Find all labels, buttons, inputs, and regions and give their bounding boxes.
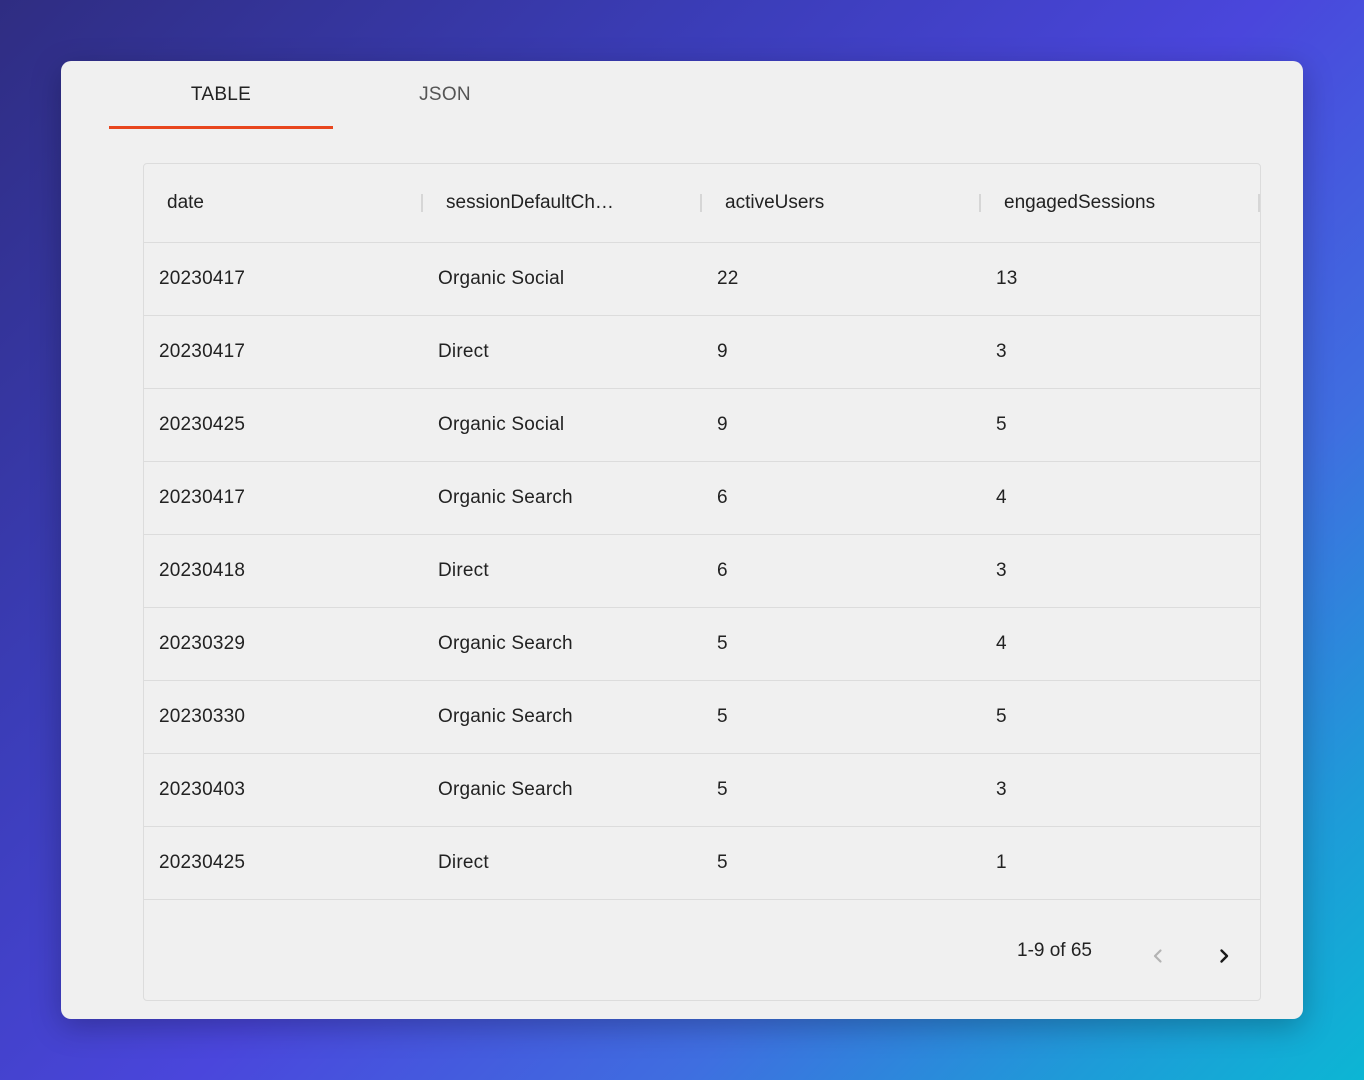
cell-date: 20230417 (159, 487, 246, 508)
cell-channel: Organic Search (438, 706, 573, 727)
cell-active-users: 9 (717, 414, 728, 435)
table-row[interactable]: 20230418 Direct 6 3 (144, 535, 1260, 608)
table-row[interactable]: 20230425 Direct 5 1 (144, 827, 1260, 900)
cell-date: 20230425 (159, 414, 246, 435)
table-row[interactable]: 20230417 Organic Social 22 13 (144, 243, 1260, 316)
cell-active-users: 5 (717, 852, 728, 873)
cell-engaged-sessions: 3 (996, 341, 1007, 362)
cell-date: 20230417 (159, 268, 246, 289)
cell-engaged-sessions: 3 (996, 779, 1007, 800)
cell-engaged-sessions: 5 (996, 414, 1007, 435)
column-header-label: sessionDefaultCh… (446, 192, 614, 213)
column-header-label: engagedSessions (1004, 192, 1156, 213)
cell-engaged-sessions: 4 (996, 633, 1007, 654)
cell-channel: Organic Search (438, 633, 573, 654)
next-page-button[interactable] (1204, 936, 1244, 976)
cell-active-users: 5 (717, 779, 728, 800)
cell-date: 20230329 (159, 633, 246, 654)
table-row[interactable]: 20230425 Organic Social 9 5 (144, 389, 1260, 462)
cell-engaged-sessions: 3 (996, 560, 1007, 581)
column-header-session-default-channel[interactable]: sessionDefaultCh… (423, 164, 702, 242)
cell-channel: Direct (438, 341, 489, 362)
tab-table[interactable]: TABLE (109, 61, 333, 129)
cell-engaged-sessions: 13 (996, 268, 1018, 289)
column-header-engaged-sessions[interactable]: engagedSessions (981, 164, 1260, 242)
cell-active-users: 6 (717, 560, 728, 581)
column-header-active-users[interactable]: activeUsers (702, 164, 981, 242)
cell-channel: Organic Social (438, 414, 565, 435)
pagination-label: 1-9 of 65 (1017, 940, 1092, 961)
chevron-left-icon (1153, 949, 1162, 963)
cell-date: 20230425 (159, 852, 246, 873)
cell-active-users: 5 (717, 633, 728, 654)
cell-active-users: 22 (717, 268, 739, 289)
tab-bar: TABLE JSON (109, 61, 557, 129)
cell-engaged-sessions: 5 (996, 706, 1007, 727)
cell-date: 20230330 (159, 706, 246, 727)
column-separator[interactable] (1258, 194, 1260, 212)
cell-engaged-sessions: 1 (996, 852, 1007, 873)
cell-active-users: 9 (717, 341, 728, 362)
table-row[interactable]: 20230417 Direct 9 3 (144, 316, 1260, 389)
previous-page-button[interactable] (1138, 936, 1178, 976)
table-row[interactable]: 20230330 Organic Search 5 5 (144, 681, 1260, 754)
cell-channel: Direct (438, 852, 489, 873)
column-header-date[interactable]: date (144, 164, 423, 242)
table-row[interactable]: 20230329 Organic Search 5 4 (144, 608, 1260, 681)
tab-json[interactable]: JSON (333, 61, 557, 129)
table-header: date sessionDefaultCh… activeUsers engag… (144, 164, 1260, 243)
cell-channel: Organic Search (438, 779, 573, 800)
table-footer: 1-9 of 65 (144, 896, 1260, 1000)
cell-channel: Direct (438, 560, 489, 581)
table-row[interactable]: 20230417 Organic Search 6 4 (144, 462, 1260, 535)
table-row[interactable]: 20230403 Organic Search 5 3 (144, 754, 1260, 827)
cell-channel: Organic Social (438, 268, 565, 289)
cell-active-users: 6 (717, 487, 728, 508)
chevron-right-icon (1220, 949, 1229, 963)
column-header-label: date (167, 192, 204, 213)
cell-date: 20230418 (159, 560, 246, 581)
cell-date: 20230417 (159, 341, 246, 362)
data-viewer-card: TABLE JSON date sessionDefaultCh… active… (61, 61, 1303, 1019)
cell-active-users: 5 (717, 706, 728, 727)
cell-channel: Organic Search (438, 487, 573, 508)
cell-engaged-sessions: 4 (996, 487, 1007, 508)
cell-date: 20230403 (159, 779, 246, 800)
column-header-label: activeUsers (725, 192, 825, 213)
data-table: date sessionDefaultCh… activeUsers engag… (143, 163, 1261, 1001)
